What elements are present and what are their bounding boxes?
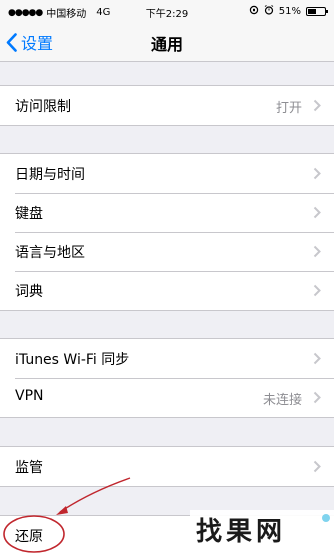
annotation-arrowhead xyxy=(56,506,68,515)
battery-fill xyxy=(308,9,317,14)
chevron-right-icon xyxy=(313,99,321,112)
chevron-right-icon xyxy=(313,391,321,404)
alarm-icon xyxy=(264,5,274,18)
orientation-lock-icon xyxy=(249,5,259,18)
row-language-region[interactable]: 语言与地区 xyxy=(0,232,334,271)
status-bar: ●●●●● 中国移动 4G 下午2:29 51% xyxy=(0,0,334,22)
navigation-bar: 设置 通用 xyxy=(0,22,334,62)
row-label: 还原 xyxy=(15,529,43,545)
row-detail: 打开 xyxy=(275,101,302,116)
row-label: 语言与地区 xyxy=(15,245,85,261)
chevron-right-icon xyxy=(313,206,321,219)
watermark-logo: 找果网 xyxy=(190,510,334,554)
watermark-dot-icon xyxy=(322,514,330,522)
row-label: 词典 xyxy=(15,284,43,300)
row-label: 监管 xyxy=(15,460,43,476)
settings-group-regional: 日期与时间 键盘 语言与地区 词典 xyxy=(0,153,334,311)
row-detail: 未连接 xyxy=(262,393,302,408)
chevron-right-icon xyxy=(313,460,321,473)
row-label: 键盘 xyxy=(15,206,43,222)
settings-group-restrictions: 访问限制 打开 xyxy=(0,85,334,126)
row-dictionary[interactable]: 词典 xyxy=(0,271,334,310)
row-vpn[interactable]: VPN 未连接 xyxy=(0,378,334,417)
row-itunes-wifi-sync[interactable]: iTunes Wi-Fi 同步 xyxy=(0,339,334,378)
row-supervision[interactable]: 监管 xyxy=(0,447,334,486)
battery-icon xyxy=(306,7,328,16)
chevron-right-icon xyxy=(313,352,321,365)
row-restrictions[interactable]: 访问限制 打开 xyxy=(0,86,334,125)
chevron-right-icon xyxy=(313,167,321,180)
watermark-text: 找果网 xyxy=(196,517,287,547)
status-right: 51% xyxy=(249,5,328,18)
row-label: 日期与时间 xyxy=(15,167,85,183)
row-date-time[interactable]: 日期与时间 xyxy=(0,154,334,193)
row-label: 访问限制 xyxy=(15,99,71,115)
chevron-right-icon xyxy=(313,245,321,258)
settings-group-supervision: 监管 xyxy=(0,446,334,487)
row-label: VPN xyxy=(15,388,44,404)
row-label: iTunes Wi-Fi 同步 xyxy=(15,352,130,368)
settings-group-sync-vpn: iTunes Wi-Fi 同步 VPN 未连接 xyxy=(0,338,334,418)
battery-percent: 51% xyxy=(278,6,301,17)
row-keyboard[interactable]: 键盘 xyxy=(0,193,334,232)
chevron-right-icon xyxy=(313,284,321,297)
page-title: 通用 xyxy=(150,35,183,54)
